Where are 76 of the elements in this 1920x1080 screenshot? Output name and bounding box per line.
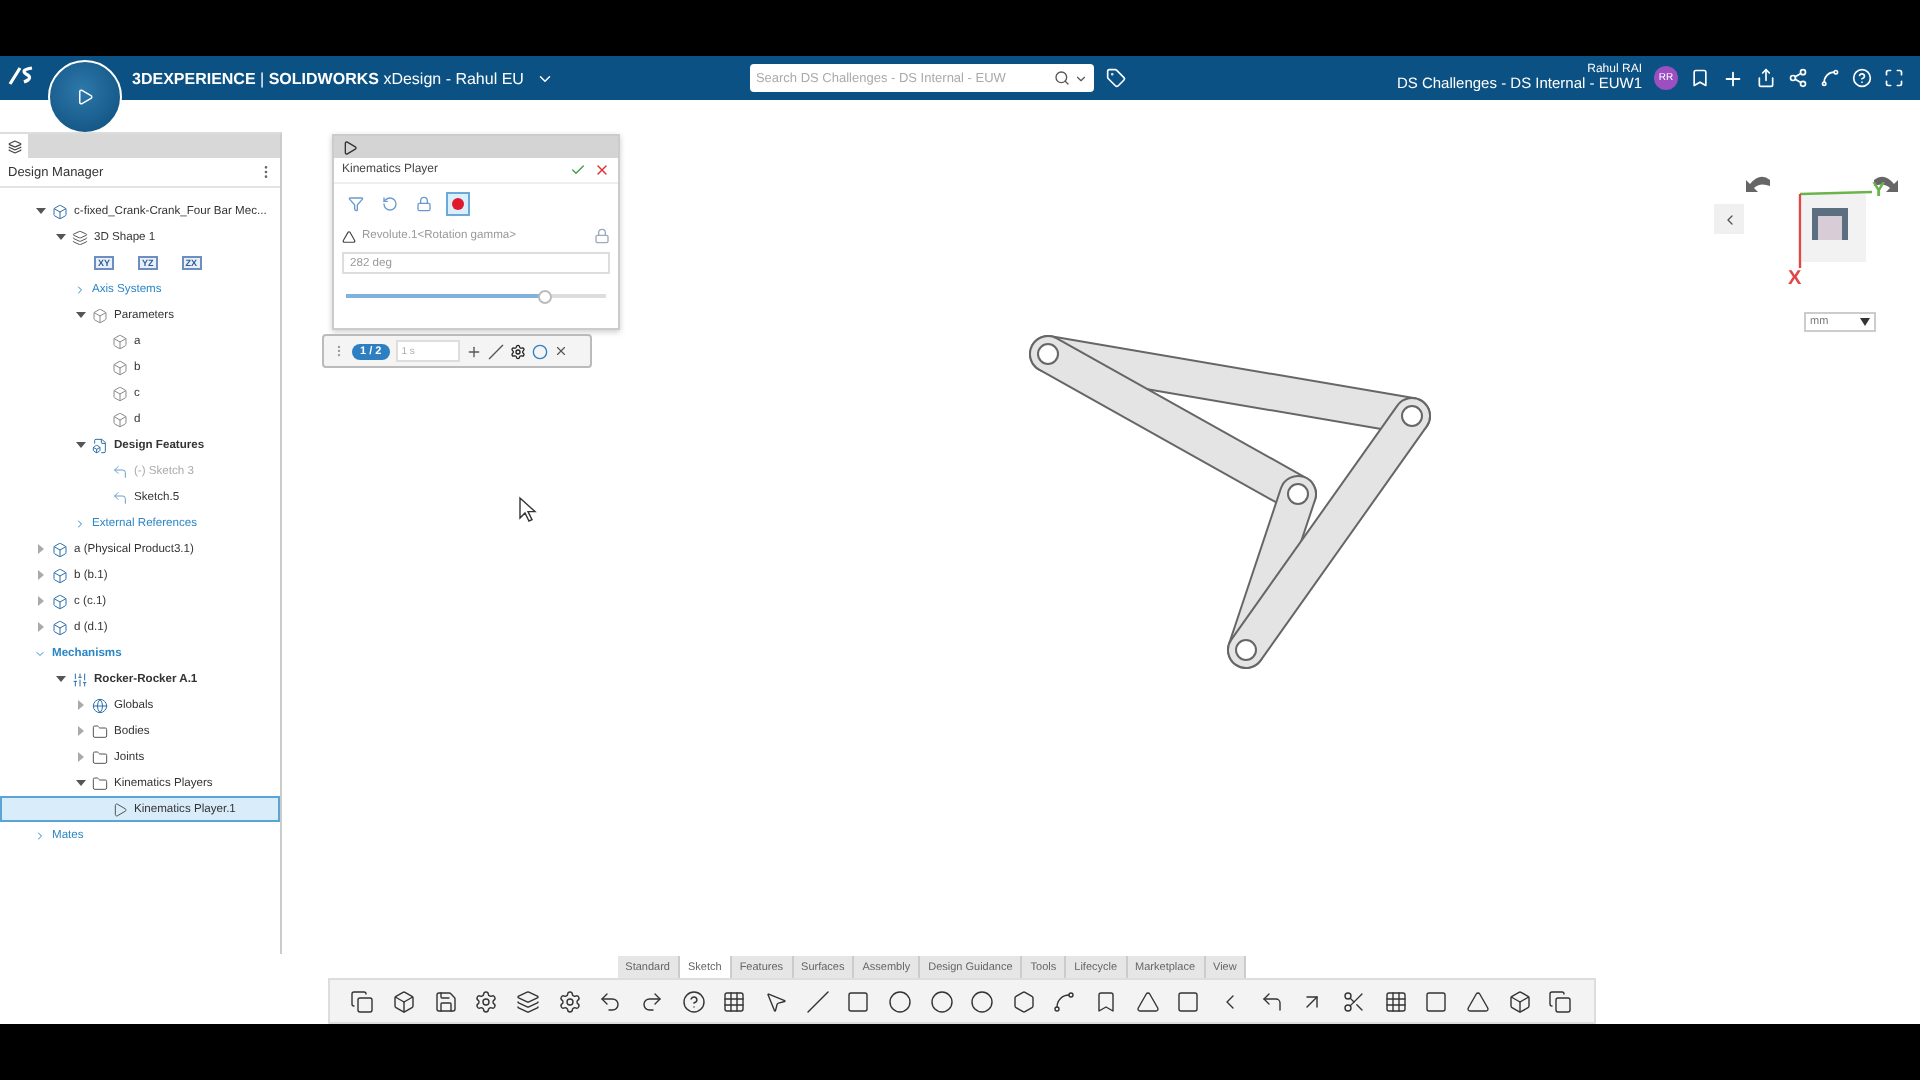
close-icon[interactable] <box>594 162 610 178</box>
save-icon[interactable] <box>433 989 458 1013</box>
confirm-icon[interactable] <box>570 162 586 178</box>
cube-icon[interactable] <box>391 989 416 1013</box>
bookmark-icon[interactable] <box>1690 68 1710 88</box>
search-icon[interactable] <box>1053 70 1070 86</box>
part-icon <box>52 593 68 609</box>
polygon-icon[interactable] <box>1011 989 1036 1013</box>
fullscreen-icon[interactable] <box>1884 68 1904 88</box>
cube-icon <box>112 385 128 401</box>
rotate-right-icon[interactable] <box>1874 176 1898 192</box>
slider-thumb[interactable] <box>537 290 552 304</box>
mechanism-icon <box>72 671 88 687</box>
line-icon[interactable] <box>805 989 830 1013</box>
trim-icon[interactable] <box>1342 989 1367 1013</box>
help-icon[interactable] <box>681 989 706 1013</box>
dropdown-icon[interactable] <box>1860 318 1870 326</box>
close-icon[interactable] <box>553 344 568 358</box>
part-icon <box>52 567 68 583</box>
remove-step-icon[interactable] <box>487 343 504 359</box>
circle-icon[interactable] <box>929 989 954 1013</box>
y-axis-label: Y <box>1872 180 1886 202</box>
redo-icon[interactable] <box>639 989 664 1013</box>
share-icon[interactable] <box>1756 68 1776 88</box>
pointer-icon[interactable] <box>763 989 788 1013</box>
network-icon[interactable] <box>1788 68 1808 88</box>
cube-icon[interactable] <box>1507 989 1532 1013</box>
folder-icon <box>92 749 108 765</box>
record-icon[interactable] <box>531 343 548 359</box>
app-title: 3DEXPERIENCE | SOLIDWORKS xDesign - Rahul EU <box>132 69 524 87</box>
expander-icon[interactable] <box>75 440 85 450</box>
cube-icon <box>92 307 108 323</box>
add-step-icon[interactable] <box>465 343 482 359</box>
settings-icon[interactable] <box>509 343 526 359</box>
joint-icon <box>342 229 356 243</box>
rotate-left-icon[interactable] <box>1746 176 1770 192</box>
player-icon <box>112 801 128 817</box>
cube-icon <box>112 411 128 427</box>
grid-icon[interactable] <box>722 989 747 1013</box>
expander-icon[interactable] <box>75 310 85 320</box>
filter-button[interactable] <box>344 192 368 216</box>
expander-icon[interactable] <box>55 674 65 684</box>
globe-icon <box>92 697 108 713</box>
folder-icon <box>92 775 108 791</box>
layers-icon[interactable] <box>515 989 540 1013</box>
sketch-icon <box>112 463 128 479</box>
settings-icon[interactable] <box>557 989 582 1013</box>
sketch-icon <box>112 489 128 505</box>
lock-button[interactable] <box>412 192 436 216</box>
spline-icon[interactable] <box>1052 989 1077 1013</box>
part-icon <box>52 541 68 557</box>
player-icon[interactable] <box>342 139 358 155</box>
part-icon <box>52 619 68 635</box>
expander-icon[interactable] <box>35 206 45 216</box>
expander-icon[interactable] <box>55 232 65 242</box>
expander-icon[interactable] <box>75 778 85 788</box>
view-cube-icon[interactable] <box>1802 194 1866 262</box>
dropdown-icon[interactable] <box>1073 71 1088 85</box>
tree-tab[interactable] <box>0 134 28 158</box>
rectangle-icon[interactable] <box>846 989 871 1013</box>
tree-icon[interactable] <box>7 139 21 153</box>
undo-icon[interactable] <box>598 989 623 1013</box>
cube-icon <box>112 333 128 349</box>
x-axis-label: X <box>1788 268 1802 290</box>
part-icon <box>52 203 68 219</box>
reset-button[interactable] <box>378 192 402 216</box>
features-icon <box>92 437 108 453</box>
shape-icon <box>72 229 88 245</box>
cursor-icon <box>519 496 537 522</box>
plus-icon[interactable] <box>1722 67 1744 89</box>
folder-icon <box>92 723 108 739</box>
gear-icon[interactable] <box>474 989 499 1013</box>
record-button[interactable] <box>446 192 470 216</box>
axis-icon <box>1798 190 1873 268</box>
cube-icon <box>112 359 128 375</box>
tag-icon[interactable] <box>1105 68 1126 88</box>
